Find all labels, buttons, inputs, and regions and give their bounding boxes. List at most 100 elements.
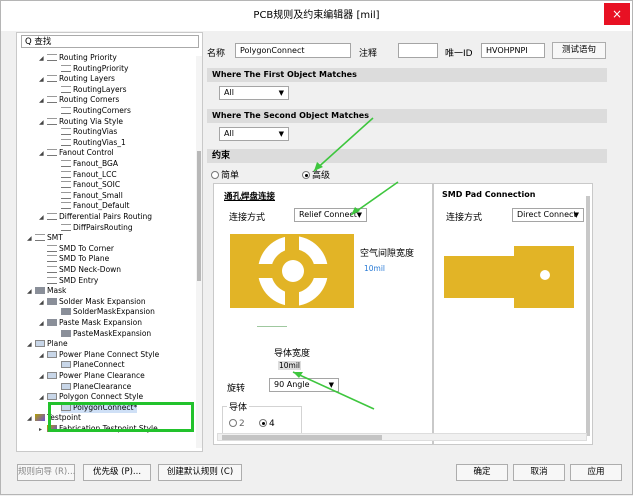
tree-item[interactable]: ◢ Routing Layers [39, 74, 115, 84]
tree-item[interactable]: ◢ Plane [27, 339, 68, 349]
expand-arrow-icon[interactable]: ◢ [39, 118, 47, 128]
expand-arrow-icon[interactable]: ◢ [39, 298, 47, 308]
first-object-dropdown[interactable]: All ▼ [219, 86, 289, 100]
conductor-width-value[interactable]: 10mil [278, 361, 302, 370]
direct-connect-diagram [444, 246, 574, 308]
window-title: PCB规则及约束编辑器 [mil] [253, 10, 380, 21]
expand-arrow-icon[interactable]: ◢ [27, 340, 35, 350]
expand-arrow-icon[interactable]: ◢ [27, 287, 35, 297]
expand-arrow-icon[interactable]: ◢ [39, 96, 47, 106]
relief-connect-diagram [230, 234, 354, 308]
conductors-group: 导体 2 4 [222, 400, 302, 436]
connect-style-dropdown[interactable]: Relief Connect ▼ [294, 208, 367, 222]
apply-button[interactable]: 应用 [570, 464, 622, 481]
tree-item[interactable]: ◢ Routing Priority [39, 53, 117, 63]
comment-field[interactable] [398, 43, 438, 58]
tree-item[interactable]: Fanout_Small [61, 191, 123, 201]
smd-via-hole [540, 270, 550, 280]
title-bar: PCB规则及约束编辑器 [mil] × [1, 1, 632, 31]
tree-item[interactable]: ◢ SMT [27, 233, 63, 243]
expand-arrow-icon[interactable]: ◢ [27, 234, 35, 244]
tree-item[interactable]: Fanout_BGA [61, 159, 118, 169]
tree-item[interactable]: Fanout_SOIC [61, 180, 120, 190]
ok-button[interactable]: 确定 [456, 464, 508, 481]
tree-item[interactable]: ◢ Paste Mask Expansion [39, 318, 142, 328]
tree-item[interactable]: RoutingVias_1 [61, 138, 126, 148]
tree-item[interactable]: SolderMaskExpansion [61, 307, 155, 317]
tree-item[interactable]: RoutingLayers [61, 85, 127, 95]
tree-item[interactable]: ◢ Differential Pairs Routing [39, 212, 152, 222]
expand-arrow-icon[interactable]: ◢ [39, 149, 47, 159]
plane-icon [35, 340, 45, 348]
close-button[interactable]: × [604, 3, 630, 25]
simple-mode-radio[interactable]: 简单 [211, 168, 239, 181]
cancel-button[interactable]: 取消 [513, 464, 565, 481]
expand-arrow-icon[interactable]: ◢ [39, 372, 47, 382]
create-default-rules-button[interactable]: 创建默认规则 (C) [158, 464, 242, 481]
tree-item[interactable]: RoutingPriority [61, 64, 128, 74]
conductor-width-label: 导体宽度 [274, 349, 311, 359]
tree-item[interactable]: DiffPairsRouting [61, 223, 133, 233]
search-input[interactable]: Q 查找 [21, 35, 199, 48]
smd-pad-title: SMD Pad Connection [442, 190, 536, 199]
tree-item[interactable]: Fanout_LCC [61, 170, 117, 180]
expand-arrow-icon[interactable]: ◢ [27, 414, 35, 424]
expand-arrow-icon[interactable]: ◢ [39, 351, 47, 361]
second-object-dropdown[interactable]: All ▼ [219, 127, 289, 141]
rotation-dropdown[interactable]: 90 Angle ▼ [269, 378, 339, 392]
smd-connect-style-dropdown[interactable]: Direct Connect ▼ [512, 208, 584, 222]
tree-item-label: RoutingVias [73, 127, 118, 137]
tree-item-label: Fanout Control [59, 148, 114, 158]
expand-arrow-icon[interactable]: ▸ [39, 425, 47, 435]
tree-item[interactable]: SMD To Corner [47, 244, 114, 254]
priority-button[interactable]: 优先级 (P)... [83, 464, 151, 481]
rotation-label: 旋转 [227, 384, 246, 394]
expand-arrow-icon[interactable]: ◢ [39, 319, 47, 329]
expand-arrow-icon[interactable]: ◢ [39, 54, 47, 64]
tree-item[interactable]: ◢ Routing Corners [39, 95, 119, 105]
tree-item-label: RoutingCorners [73, 106, 131, 115]
rule-icon [61, 170, 71, 178]
testpoint-icon [35, 414, 45, 422]
tree-scrollbar[interactable] [196, 56, 202, 448]
tree-item-label: Routing Layers [59, 74, 115, 84]
expand-arrow-icon[interactable]: ◢ [39, 213, 47, 223]
tree-item[interactable]: PasteMaskExpansion [61, 329, 151, 339]
constraint-hscrollbar[interactable] [217, 433, 587, 441]
advanced-mode-radio[interactable]: 高级 [302, 168, 330, 181]
tree-scrollbar-thumb[interactable] [197, 151, 201, 281]
test-query-button[interactable]: 测试语句 [552, 42, 606, 59]
unique-id-field[interactable]: HVOHPNPI [481, 43, 545, 58]
tree-item-label: Routing Priority [59, 53, 117, 62]
tree-item[interactable]: SMD To Plane [47, 254, 109, 264]
panel-scrollbar[interactable] [586, 196, 590, 436]
tree-item[interactable]: Fanout_Default [61, 201, 129, 211]
name-field[interactable]: PolygonConnect [235, 43, 351, 58]
air-gap-value[interactable]: 10mil [364, 264, 385, 273]
rule-wizard-button[interactable]: 规则向导 (R)... [17, 464, 75, 481]
tree-item-label: SMD To Plane [59, 254, 110, 264]
tree-item[interactable]: ◢ Routing Via Style [39, 117, 123, 127]
rule-icon [47, 213, 57, 220]
hscroll-thumb[interactable] [222, 435, 382, 440]
tree-item[interactable]: ◢ Fanout Control [39, 148, 114, 158]
tree-item[interactable]: ◢ Mask [27, 286, 66, 296]
tree-item[interactable]: ◢ Power Plane Clearance [39, 371, 145, 381]
tree-item[interactable]: ◢ Solder Mask Expansion [39, 297, 146, 307]
conductors-4-radio[interactable]: 4 [259, 419, 275, 429]
expand-arrow-icon[interactable]: ◢ [39, 75, 47, 85]
tree-item[interactable]: PlaneConnect [61, 360, 125, 370]
expand-arrow-icon[interactable]: ◢ [39, 393, 47, 403]
tree-item[interactable]: RoutingVias [61, 127, 117, 137]
tree-item[interactable]: SMD Entry [47, 276, 98, 286]
smd-connect-style-label: 连接方式 [446, 213, 483, 223]
smd-pad-connection-panel: SMD Pad Connection 连接方式 Direct Connect ▼ [433, 183, 593, 445]
tree-item[interactable]: ◢ Polygon Connect Style [39, 392, 143, 402]
tree-item[interactable]: SMD Neck-Down [47, 265, 121, 275]
tree-item[interactable]: RoutingCorners [61, 106, 131, 116]
tree-item[interactable]: ◢ Power Plane Connect Style [39, 350, 159, 360]
conductors-2-radio[interactable]: 2 [229, 419, 245, 429]
first-object-header: Where The First Object Matches [207, 68, 607, 82]
tree-item-label: SolderMaskExpansion [73, 307, 155, 317]
tree-item[interactable]: PlaneClearance [61, 382, 131, 392]
